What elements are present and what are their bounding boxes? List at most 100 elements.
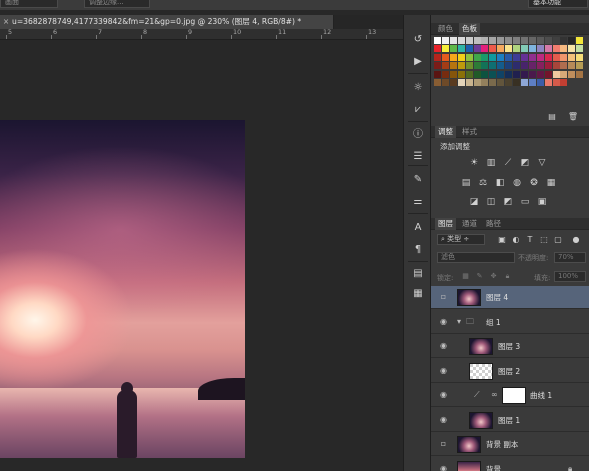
color-swatch[interactable] [552, 53, 560, 61]
eye-icon[interactable]: ◉ [439, 464, 448, 471]
eye-icon[interactable]: ◉ [439, 341, 448, 351]
layer-row[interactable]: ◉ 图层 3 [431, 335, 589, 358]
color-balance-icon[interactable]: ⚖ [477, 178, 489, 188]
color-swatch[interactable] [489, 37, 497, 44]
color-swatch[interactable] [481, 45, 489, 53]
color-swatch[interactable] [568, 70, 576, 78]
color-swatch[interactable] [449, 53, 457, 61]
color-swatch[interactable] [473, 62, 481, 70]
options-field[interactable]: 画面 [0, 0, 58, 8]
color-swatch[interactable] [560, 79, 568, 86]
color-swatch[interactable] [544, 45, 552, 53]
color-swatch[interactable] [434, 79, 441, 86]
exposure-icon[interactable]: ◩ [519, 158, 531, 168]
color-swatch[interactable] [560, 37, 568, 44]
color-swatch[interactable] [449, 37, 457, 44]
color-swatch[interactable] [576, 37, 584, 44]
color-swatch[interactable] [473, 37, 481, 44]
color-swatch[interactable] [505, 62, 513, 70]
color-lookup-icon[interactable]: ▦ [545, 178, 557, 188]
canvas-area[interactable] [0, 41, 403, 471]
lock-position-icon[interactable]: ✥ [489, 272, 498, 282]
color-swatch[interactable] [560, 53, 568, 61]
color-swatch[interactable] [434, 62, 441, 70]
color-swatch[interactable] [513, 79, 520, 86]
color-swatch[interactable] [473, 70, 481, 78]
paragraph-icon[interactable]: ¶ [410, 243, 426, 257]
color-swatch[interactable] [536, 37, 544, 44]
color-swatch[interactable] [560, 70, 568, 78]
color-swatch[interactable] [552, 62, 560, 70]
black-white-icon[interactable]: ◧ [494, 178, 506, 188]
curves-icon[interactable]: ⟋ [502, 158, 514, 168]
color-swatch[interactable] [489, 45, 497, 53]
properties-icon[interactable]: ☰ [410, 150, 426, 164]
layer-mask-thumbnail[interactable] [502, 387, 526, 404]
color-swatch[interactable] [457, 45, 465, 53]
tab-styles[interactable]: 样式 [459, 126, 480, 138]
color-swatch[interactable] [536, 70, 544, 78]
color-swatch[interactable] [449, 70, 457, 78]
color-swatch[interactable] [473, 45, 481, 53]
color-swatch[interactable] [560, 62, 568, 70]
color-swatch[interactable] [457, 70, 465, 78]
color-swatch[interactable] [552, 79, 560, 86]
color-swatch[interactable] [528, 70, 536, 78]
color-swatch[interactable] [489, 62, 497, 70]
brush-settings-icon[interactable]: ⚌ [410, 195, 426, 209]
eye-icon[interactable]: ◉ [439, 366, 448, 376]
layer-row[interactable]: ▫ 图层 4 [431, 286, 589, 309]
color-swatch[interactable] [544, 70, 552, 78]
opacity-field[interactable]: 70% [554, 252, 586, 263]
color-swatch[interactable] [536, 53, 544, 61]
lock-pixels-icon[interactable]: ✎ [475, 272, 484, 282]
layer-row[interactable]: ◉ 图层 1 [431, 409, 589, 432]
color-swatch[interactable] [552, 45, 560, 53]
fill-field[interactable]: 100% [554, 271, 586, 282]
color-swatch[interactable] [576, 70, 584, 78]
color-swatch[interactable] [528, 37, 536, 44]
color-swatch[interactable] [434, 45, 441, 53]
group-expand-icon[interactable]: ▾ [457, 317, 461, 326]
filter-smart-icon[interactable]: ▢ [553, 234, 563, 245]
color-swatch[interactable] [481, 37, 489, 44]
color-swatch[interactable] [434, 70, 441, 78]
color-swatch[interactable] [520, 37, 528, 44]
tab-swatches[interactable]: 色板 [459, 23, 480, 35]
color-swatch[interactable] [497, 37, 505, 44]
vibrance-icon[interactable]: ▽ [536, 158, 548, 168]
color-swatch[interactable] [513, 62, 520, 70]
tab-adjustments[interactable]: 调整 [435, 126, 456, 138]
color-swatch[interactable] [568, 45, 576, 53]
filter-adjustment-icon[interactable]: ◐ [511, 234, 521, 245]
color-swatch[interactable] [489, 53, 497, 61]
gradient-map-icon[interactable]: ▭ [519, 197, 531, 207]
color-swatch[interactable] [505, 70, 513, 78]
color-swatch[interactable] [520, 79, 528, 86]
color-swatch[interactable] [465, 70, 473, 78]
color-swatch[interactable] [465, 62, 473, 70]
channel-mixer-icon[interactable]: ❂ [528, 178, 540, 188]
color-swatch[interactable] [576, 53, 584, 61]
posterize-icon[interactable]: ◫ [485, 197, 497, 207]
eye-icon[interactable]: ◉ [439, 317, 448, 327]
color-swatch[interactable] [520, 45, 528, 53]
color-swatch[interactable] [520, 62, 528, 70]
layers-comp-icon[interactable]: ▦ [410, 287, 426, 301]
blend-mode-select[interactable]: 滤色 [437, 252, 515, 263]
color-swatch[interactable] [544, 53, 552, 61]
color-swatch[interactable] [441, 53, 449, 61]
color-swatch[interactable] [544, 37, 552, 44]
hidden-visibility-icon[interactable]: ▫ [439, 292, 448, 302]
color-swatch[interactable] [568, 53, 576, 61]
color-swatch[interactable] [520, 53, 528, 61]
layer-filter-kind[interactable]: ⌕ 类型 ÷ [437, 234, 485, 245]
color-swatch[interactable] [513, 70, 520, 78]
color-swatch[interactable] [513, 37, 520, 44]
color-swatch[interactable] [489, 70, 497, 78]
hidden-visibility-icon[interactable]: ▫ [439, 439, 448, 449]
color-swatch[interactable] [528, 45, 536, 53]
invert-icon[interactable]: ◪ [468, 197, 480, 207]
eye-icon[interactable]: ◉ [439, 415, 448, 425]
color-swatch[interactable] [449, 45, 457, 53]
